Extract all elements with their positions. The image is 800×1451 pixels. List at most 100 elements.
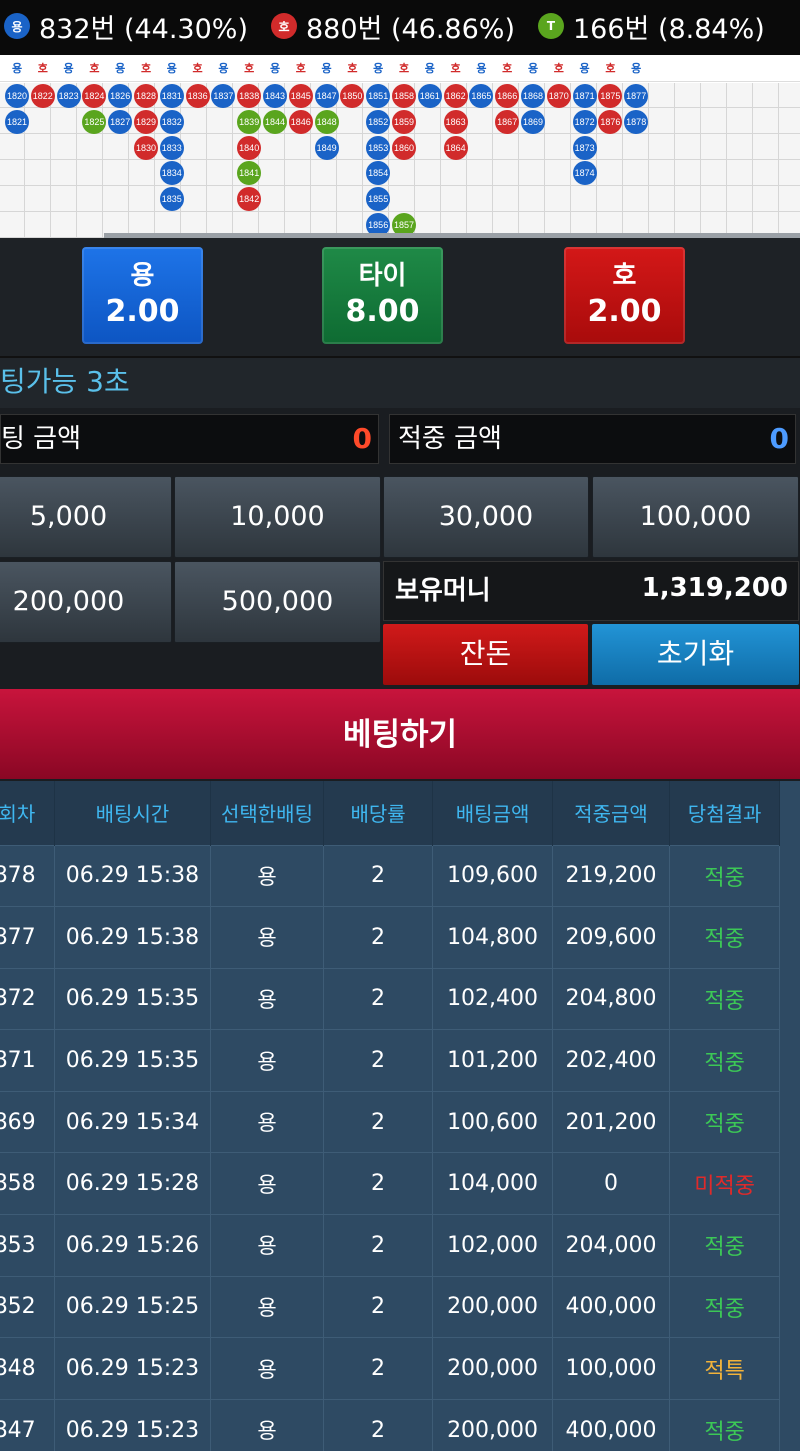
change-button[interactable]: 잔돈 [383, 624, 588, 685]
bet-amount-cell: 200,000 [432, 1337, 553, 1400]
road-bead: 1822 [30, 84, 55, 108]
bet-amount-cell: 109,600 [432, 844, 553, 907]
col-bet-time: 배팅시간 [54, 781, 212, 845]
result-cell: 적중 [669, 1275, 780, 1338]
win-amount-cell: 209,600 [552, 906, 671, 969]
road-bead: 1843 [263, 84, 287, 108]
road-bead: 1839 [237, 109, 262, 134]
win-amount-cell: 100,000 [552, 1337, 671, 1400]
bet-dragon-odds: 2.00 [105, 294, 180, 329]
bet-time-cell: 06.29 15:23 [54, 1398, 212, 1451]
bet-tiger-label: 호 [612, 261, 637, 291]
selection-cell: 용 [210, 1152, 324, 1215]
road-bead: 1827 [108, 109, 133, 134]
bet-time-cell: 06.29 15:28 [54, 1152, 212, 1215]
road-header-cell: 호 [244, 62, 255, 75]
chip-30000-button[interactable]: 30,000 [383, 476, 589, 558]
round-cell: 848 [0, 1337, 55, 1400]
history-row: 858 06.29 15:28 용 2 104,000 0 미적중 [0, 1152, 780, 1215]
road-bead: 1841 [237, 161, 262, 186]
bet-dragon-button[interactable]: 용 2.00 [82, 247, 203, 344]
road-bead: 1852 [366, 109, 391, 134]
road-header-cell: 용 [218, 62, 229, 75]
chip-500000-button[interactable]: 500,000 [174, 561, 381, 643]
result-cell: 적중 [669, 1398, 780, 1451]
history-row: 869 06.29 15:34 용 2 100,600 201,200 적중 [0, 1090, 780, 1153]
odds-cell: 2 [323, 1275, 434, 1338]
road-bead: 1868 [521, 84, 545, 108]
selection-cell: 용 [210, 1029, 324, 1092]
road-bead: 1873 [572, 135, 597, 160]
win-amount-value: 0 [769, 422, 789, 455]
road-bead: 1831 [159, 84, 184, 108]
bet-time-cell: 06.29 15:23 [54, 1337, 212, 1400]
road-bead: 1878 [624, 109, 649, 134]
reset-button[interactable]: 초기화 [592, 624, 799, 685]
chip-5000-button[interactable]: 5,000 [0, 476, 172, 558]
road-bead: 1863 [443, 109, 468, 134]
bet-time-cell: 06.29 15:35 [54, 1029, 212, 1092]
history-row: 877 06.29 15:38 용 2 104,800 209,600 적중 [0, 906, 780, 969]
road-bead: 1855 [366, 187, 391, 212]
road-bead: 1828 [134, 84, 158, 108]
road-header-cell: 호 [192, 62, 203, 75]
col-selection: 선택한배팅 [210, 781, 324, 845]
road-bead: 1875 [598, 84, 623, 108]
road-bead: 1869 [521, 109, 545, 134]
road-header-cell: 호 [553, 62, 564, 75]
road-bead: 1862 [443, 84, 468, 108]
tiger-stat: 호 880번 (46.86%) [271, 6, 515, 46]
road-header-cell: 호 [605, 62, 616, 75]
road-bead: 1844 [263, 109, 287, 134]
result-cell: 적중 [669, 1214, 780, 1277]
round-cell: 852 [0, 1275, 55, 1338]
stats-bar: 용 832번 (44.30%) 호 880번 (46.86%) T 166번 (… [0, 0, 800, 55]
road-bead: 1834 [159, 161, 184, 186]
dragon-stat: 용 832번 (44.30%) [4, 6, 248, 46]
bet-amount-cell: 100,600 [432, 1090, 553, 1153]
odds-cell: 2 [323, 967, 434, 1030]
result-cell: 적특 [669, 1337, 780, 1400]
odds-cell: 2 [323, 1337, 434, 1400]
bet-amount-cell: 104,800 [432, 906, 553, 969]
result-cell: 적중 [669, 1029, 780, 1092]
road-bead: 1835 [159, 187, 184, 212]
chip-10000-button[interactable]: 10,000 [174, 476, 381, 558]
selection-cell: 용 [210, 1398, 324, 1451]
bet-amount-cell: 101,200 [432, 1029, 553, 1092]
road-bead: 1867 [495, 109, 520, 134]
chip-100000-button[interactable]: 100,000 [592, 476, 799, 558]
win-amount-cell: 219,200 [552, 844, 671, 907]
tiger-badge-icon: 호 [271, 13, 297, 39]
road-header-cell: 용 [63, 62, 74, 75]
round-cell: 872 [0, 967, 55, 1030]
road-header-cell: 용 [166, 62, 177, 75]
win-amount-cell: 400,000 [552, 1398, 671, 1451]
road-bead: 1829 [134, 109, 158, 134]
road-bead: 1823 [56, 84, 81, 108]
history-row: 853 06.29 15:26 용 2 102,000 204,000 적중 [0, 1214, 780, 1277]
road-bead: 1877 [624, 84, 649, 108]
road-bead: 1820 [5, 84, 29, 108]
road-bead: 1825 [82, 109, 107, 134]
tiger-stat-text: 880번 (46.86%) [306, 13, 515, 45]
col-win-amount: 적중금액 [552, 781, 671, 845]
selection-cell: 용 [210, 1214, 324, 1277]
chip-200000-button[interactable]: 200,000 [0, 561, 172, 643]
bet-tiger-button[interactable]: 호 2.00 [564, 247, 685, 344]
selection-cell: 용 [210, 844, 324, 907]
road-bead: 1833 [159, 135, 184, 160]
odds-cell: 2 [323, 1398, 434, 1451]
tie-badge-icon: T [538, 13, 564, 39]
road-bead: 1872 [572, 109, 597, 134]
result-cell: 적중 [669, 906, 780, 969]
odds-cell: 2 [323, 1090, 434, 1153]
selection-cell: 용 [210, 1275, 324, 1338]
place-bet-button[interactable]: 베팅하기 [0, 689, 800, 779]
road-header-cell: 용 [424, 62, 435, 75]
win-amount-cell: 0 [552, 1152, 671, 1215]
history-body: 878 06.29 15:38 용 2 109,600 219,200 적중 877 06.29… [0, 844, 780, 1451]
history-row: 847 06.29 15:23 용 2 200,000 400,000 적중 [0, 1398, 780, 1451]
bet-tie-button[interactable]: 타이 8.00 [322, 247, 443, 344]
history-header-row: 회차 배팅시간 선택한배팅 배당률 배팅금액 적중금액 당첨결과 [0, 781, 780, 845]
